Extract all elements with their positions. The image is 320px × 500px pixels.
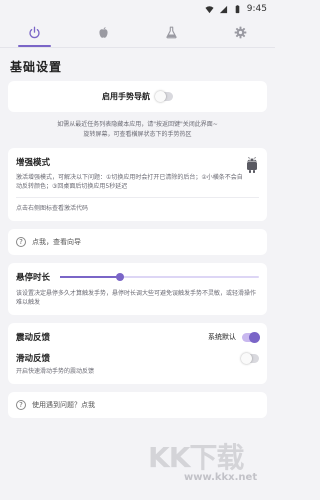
slider-thumb[interactable] <box>115 273 124 281</box>
tab-apple[interactable] <box>69 18 138 47</box>
guide-link-label: 点我，查看向导 <box>32 238 81 246</box>
status-bar: 9:45 <box>0 0 275 18</box>
watermark-url: www.kkx.net <box>184 472 258 483</box>
note-line-1: 如需从最近任务列表隐藏本应用，请"按返回键"关闭此界面~ <box>57 121 218 128</box>
problem-link-label: 使用遇到问题？点我 <box>32 401 95 409</box>
hover-duration-title: 悬停时长 <box>16 273 51 283</box>
battery-icon <box>235 4 240 13</box>
flask-icon <box>166 26 177 39</box>
watermark: KK下载 www.kkx.net <box>148 436 270 496</box>
slide-feedback-title: 滑动反馈 <box>16 354 51 364</box>
tab-basic[interactable] <box>0 18 69 47</box>
enhanced-mode-title: 增强模式 <box>16 158 51 168</box>
problem-link[interactable]: ? 使用遇到问题？点我 <box>8 392 267 418</box>
tab-lab[interactable] <box>138 18 207 47</box>
vibration-title: 震动反馈 <box>16 333 51 343</box>
feedback-card: 震动反馈 系统默认 滑动反馈 开启快速滑动手势的震动反馈 <box>8 323 267 384</box>
slide-feedback-toggle[interactable] <box>241 352 259 364</box>
wifi-icon <box>205 5 214 13</box>
vibration-row[interactable]: 震动反馈 系统默认 <box>16 331 260 343</box>
slide-feedback-row[interactable]: 滑动反馈 <box>16 352 259 364</box>
hover-duration-card: 悬停时长 该设置决定悬停多久才算触发手势，悬停时长调大些可避免误触发手势不灵敏，… <box>8 263 267 315</box>
vibration-toggle[interactable] <box>242 331 260 343</box>
signal-icon <box>219 5 227 13</box>
page-title: 基础设置 <box>10 60 63 74</box>
guide-link[interactable]: ? 点我，查看向导 <box>8 229 267 255</box>
gesture-nav-toggle[interactable] <box>155 91 173 102</box>
gesture-nav-label: 启用手势导航 <box>102 92 150 101</box>
gesture-nav-card[interactable]: 启用手势导航 <box>8 81 267 112</box>
question-icon: ? <box>16 237 26 247</box>
hover-duration-description: 该设置决定悬停多久才算触发手势，悬停时长调大些可避免误触发手势不灵敏，或轻滑操作… <box>16 290 257 306</box>
tab-bar <box>0 18 275 48</box>
android-icon[interactable] <box>245 156 259 173</box>
tab-settings[interactable] <box>206 18 275 47</box>
gesture-nav-note: 如需从最近任务列表隐藏本应用，请"按返回键"关闭此界面~ 旋转屏幕，可查看横屏状… <box>0 120 275 148</box>
gear-icon <box>234 26 247 39</box>
enhanced-mode-footer: 点击右侧图标查看激活代码 <box>16 205 89 212</box>
enhanced-mode-description: 激活增强模式，可解决以下问题：①切换应用时会打开已清除的后台；②小横条不会自动反… <box>16 174 243 190</box>
slide-feedback-description: 开启快速滑动手势的震动反馈 <box>16 368 95 375</box>
vibration-mode-label: 系统默认 <box>208 333 236 341</box>
watermark-logo: KK下载 <box>148 441 244 474</box>
status-time: 9:45 <box>246 4 267 14</box>
question-icon: ? <box>16 400 26 410</box>
power-icon <box>29 26 40 39</box>
enhanced-mode-card: 增强模式 激活增强模式，可解决以下问题：①切换应用时会打开已清除的后台；②小横条… <box>8 148 267 221</box>
divider <box>16 197 259 198</box>
apple-icon <box>99 27 108 38</box>
note-line-2: 旋转屏幕，可查看横屏状态下的手势热区 <box>83 131 192 138</box>
hover-duration-slider[interactable] <box>60 273 259 281</box>
